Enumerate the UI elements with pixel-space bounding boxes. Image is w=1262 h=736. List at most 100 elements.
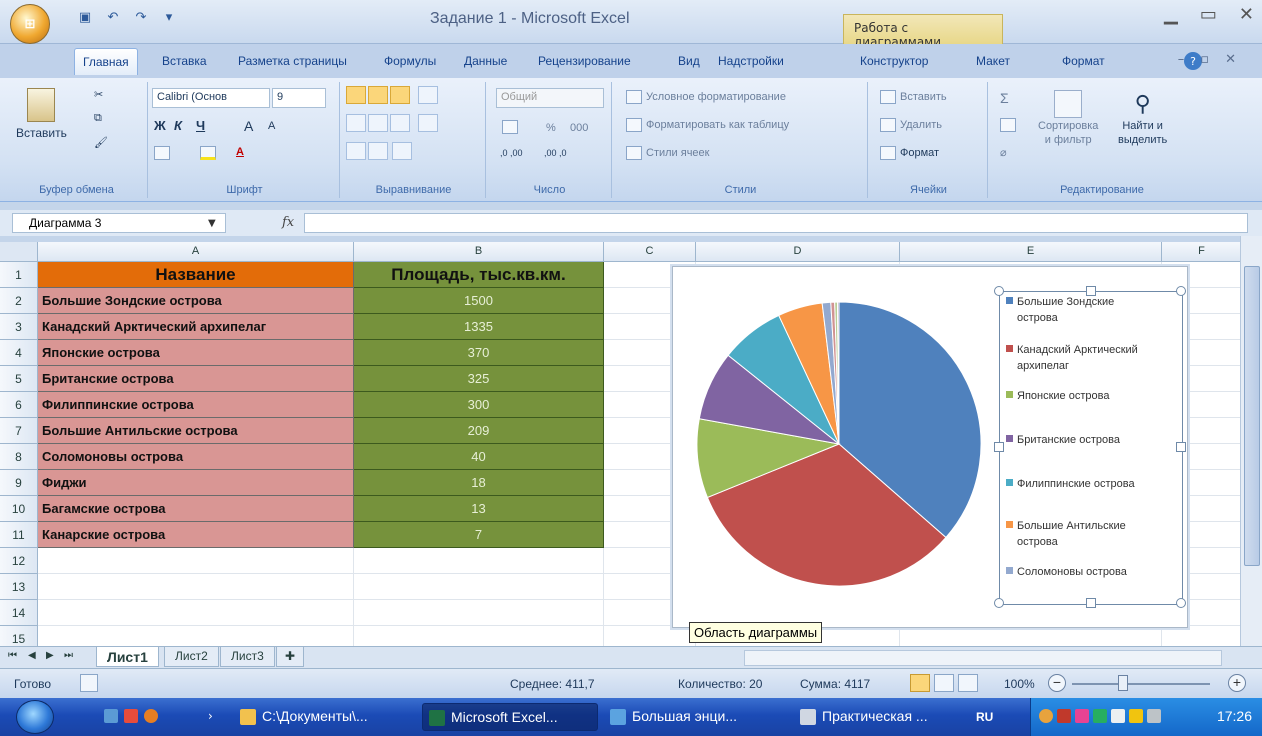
tab-format[interactable]: Формат — [1062, 54, 1105, 68]
row-header[interactable]: 13 — [0, 574, 38, 600]
taskbar-item-encyclopedia[interactable]: Большая энци... — [604, 703, 788, 731]
quick-launch-icon-1[interactable] — [104, 709, 118, 723]
column-header-E[interactable]: E — [900, 242, 1162, 262]
network-icon[interactable] — [1147, 709, 1161, 723]
vertical-scroll-thumb[interactable] — [1244, 266, 1260, 566]
sheet-tab-2[interactable]: Лист2 — [164, 647, 219, 667]
zoom-level[interactable]: 100% — [1004, 677, 1035, 691]
clock[interactable]: 17:26 — [1217, 708, 1252, 724]
cell-area[interactable]: 209 — [354, 418, 604, 444]
row-header[interactable]: 9 — [0, 470, 38, 496]
cut-icon[interactable]: ✂ — [94, 88, 103, 101]
column-header-B[interactable]: B — [354, 242, 604, 262]
row-header[interactable]: 5 — [0, 366, 38, 392]
worksheet-grid[interactable]: A B C D E F Большие Зондские острова Канад… — [0, 242, 1240, 646]
quick-launch-icon-3[interactable] — [144, 709, 158, 723]
legend-entry[interactable]: Японские острова — [1006, 388, 1182, 404]
legend-entry[interactable]: Филиппинские острова — [1006, 476, 1182, 492]
legend-handle-top-left[interactable] — [994, 286, 1004, 296]
sheet-tab-3[interactable]: Лист3 — [220, 647, 275, 667]
empty-cell[interactable] — [604, 626, 696, 646]
name-box-dropdown-icon[interactable]: ▼ — [208, 218, 216, 229]
tab-insert[interactable]: Вставка — [162, 54, 207, 68]
sort-filter-button[interactable]: Сортировка и фильтр — [1038, 90, 1098, 146]
row-header[interactable]: 1 — [0, 262, 38, 288]
cell-area[interactable]: 13 — [354, 496, 604, 522]
thousands-button[interactable]: 000 — [570, 122, 588, 134]
format-as-table-button[interactable]: Форматировать как таблицу — [626, 118, 789, 132]
quick-launch-expand-icon[interactable]: › — [208, 709, 222, 723]
ribbon-window-controls[interactable]: –▫✕ — [1178, 52, 1252, 67]
cell-area[interactable]: 40 — [354, 444, 604, 470]
column-header-A[interactable]: A — [38, 242, 354, 262]
fill-icon[interactable] — [1000, 118, 1016, 132]
macro-record-icon[interactable] — [80, 674, 98, 692]
row-header[interactable]: 12 — [0, 548, 38, 574]
delete-cells-button[interactable]: Удалить — [880, 118, 942, 132]
last-sheet-icon[interactable]: ⏭ — [64, 650, 73, 661]
row-header[interactable]: 3 — [0, 314, 38, 340]
legend-entry[interactable]: Соломоновы острова — [1006, 564, 1182, 580]
align-middle-icon[interactable] — [368, 86, 388, 104]
table-header-area[interactable]: Площадь, тыс.кв.км. — [354, 262, 604, 288]
tab-page-layout[interactable]: Разметка страницы — [238, 54, 347, 68]
paste-button[interactable]: Вставить — [16, 88, 67, 140]
italic-button[interactable]: К — [174, 118, 182, 133]
cell-styles-button[interactable]: Стили ячеек — [626, 146, 709, 160]
empty-cell[interactable] — [38, 600, 354, 626]
format-painter-icon[interactable]: 🖌 — [94, 136, 108, 149]
first-sheet-icon[interactable]: ⏮ — [8, 650, 17, 661]
tab-review[interactable]: Рецензирование — [538, 54, 631, 68]
customize-qat-icon[interactable]: ▾ — [158, 7, 180, 27]
tab-design[interactable]: Конструктор — [860, 54, 928, 68]
empty-cell[interactable] — [38, 574, 354, 600]
empty-cell[interactable] — [900, 626, 1162, 646]
office-button[interactable]: ⊞ — [10, 4, 50, 44]
merge-cells-icon[interactable] — [418, 114, 438, 132]
column-header-F[interactable]: F — [1162, 242, 1240, 262]
zoom-out-icon[interactable]: − — [1048, 674, 1066, 692]
empty-cell[interactable] — [38, 626, 354, 646]
cell-name[interactable]: Британские острова — [38, 366, 354, 392]
formula-input[interactable] — [304, 213, 1248, 233]
legend-handle-bottom-left[interactable] — [994, 598, 1004, 608]
underline-button[interactable]: Ч — [196, 118, 205, 133]
vertical-scrollbar[interactable] — [1240, 236, 1262, 646]
insert-sheet-icon[interactable]: ✚ — [276, 647, 305, 667]
cell-name[interactable]: Багамские острова — [38, 496, 354, 522]
taskbar-item-documents[interactable]: C:\Документы\... — [234, 703, 414, 731]
cell-area[interactable]: 1335 — [354, 314, 604, 340]
font-color-button[interactable]: A — [236, 146, 244, 158]
language-indicator[interactable]: RU — [976, 710, 993, 724]
cell-name[interactable]: Филиппинские острова — [38, 392, 354, 418]
tray-icon-1[interactable] — [1039, 709, 1053, 723]
cell-name[interactable]: Канадский Арктический архипелаг — [38, 314, 354, 340]
zoom-slider[interactable] — [1072, 683, 1210, 685]
start-button[interactable] — [16, 700, 54, 734]
zoom-in-icon[interactable]: + — [1228, 674, 1246, 692]
cell-name[interactable]: Большие Антильские острова — [38, 418, 354, 444]
format-cells-button[interactable]: Формат — [880, 146, 939, 160]
accounting-format-icon[interactable] — [502, 120, 518, 134]
legend-entry[interactable]: Британские острова — [1006, 432, 1182, 448]
tray-icon-4[interactable] — [1093, 709, 1107, 723]
tray-icon-2[interactable] — [1057, 709, 1071, 723]
cell-name[interactable]: Большие Зондские острова — [38, 288, 354, 314]
decrease-indent-icon[interactable] — [346, 142, 366, 160]
next-sheet-icon[interactable]: ▶ — [46, 650, 54, 661]
legend-entry[interactable]: Большие Антильские острова — [1006, 518, 1182, 550]
cell-area[interactable]: 370 — [354, 340, 604, 366]
empty-cell[interactable] — [354, 548, 604, 574]
tab-layout[interactable]: Макет — [976, 54, 1010, 68]
insert-function-button[interactable]: fx — [282, 215, 294, 230]
chart-legend[interactable]: Большие Зондские острова Канадский Арктиче… — [994, 286, 1186, 608]
legend-entry[interactable]: Канадский Арктический архипелаг — [1006, 342, 1182, 374]
empty-cell[interactable] — [1162, 626, 1240, 646]
table-header-name[interactable]: Название — [38, 262, 354, 288]
cell-area[interactable]: 1500 — [354, 288, 604, 314]
name-box[interactable]: Диаграмма 3 — [12, 213, 226, 233]
increase-indent-icon[interactable] — [368, 142, 388, 160]
taskbar-item-practical[interactable]: Практическая ... — [794, 703, 966, 731]
tray-icon-3[interactable] — [1075, 709, 1089, 723]
text-orientation-icon[interactable] — [392, 142, 412, 160]
